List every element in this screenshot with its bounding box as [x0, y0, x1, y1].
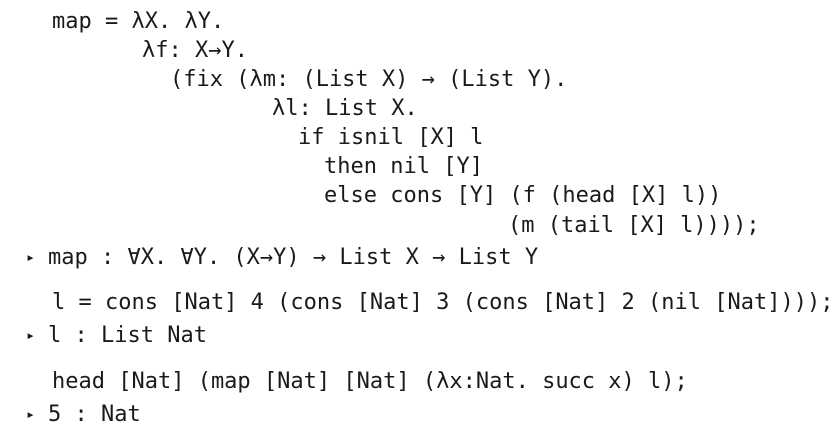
code-line: else cons [Y] (f (head [X] l))	[324, 183, 722, 208]
code-line: λl: List X.	[272, 96, 418, 121]
code-line: then nil [Y]	[324, 154, 483, 179]
code-line: l = cons [Nat] 4 (cons [Nat] 3 (cons [Na…	[52, 290, 834, 315]
code-line: λf: X→Y.	[142, 38, 248, 63]
code-listing: map = λX. λY. λf: X→Y. (fix (λm: (List X…	[0, 0, 840, 435]
code-line: map = λX. λY.	[52, 9, 225, 34]
code-line: (fix (λm: (List X) → (List Y).	[170, 67, 568, 92]
result-arrow-icon: ▸	[26, 326, 36, 344]
result-arrow-icon: ▸	[26, 248, 36, 266]
type-result-line: ▸ l : List Nat	[26, 323, 207, 348]
type-result-line: ▸ map : ∀X. ∀Y. (X→Y) → List X → List Y	[26, 245, 539, 270]
code-line: if isnil [X] l	[298, 125, 484, 150]
code-line: head [Nat] (map [Nat] [Nat] (λx:Nat. suc…	[52, 369, 688, 394]
type-result-line: ▸ 5 : Nat	[26, 402, 141, 427]
result-arrow-icon: ▸	[26, 405, 36, 423]
code-line: (m (tail [X] l))));	[508, 213, 760, 238]
